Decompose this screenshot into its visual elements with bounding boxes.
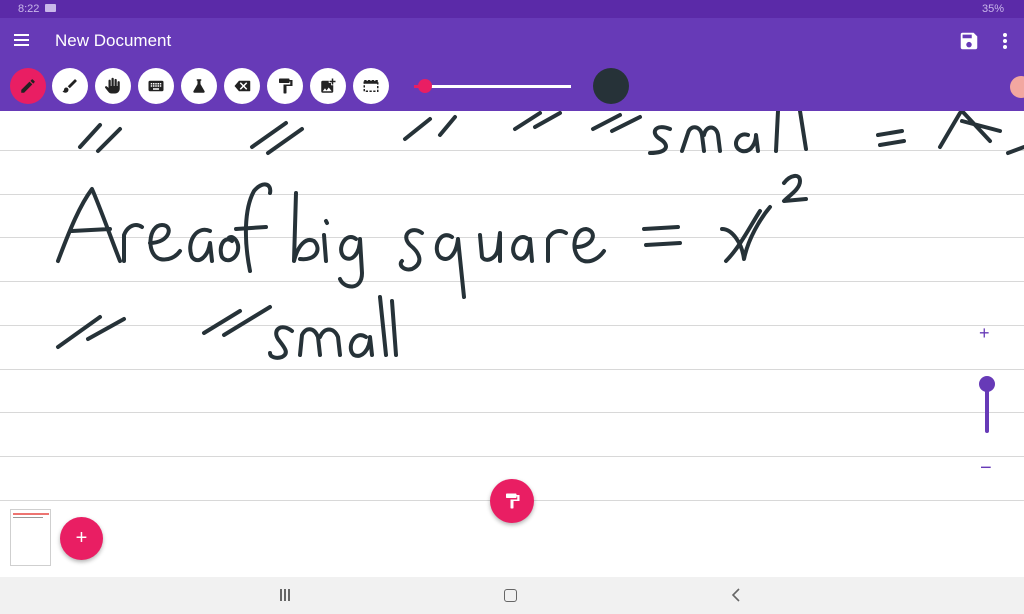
system-nav-bar — [0, 577, 1024, 614]
battery-level: 35% — [981, 3, 1004, 15]
back-icon[interactable] — [730, 588, 742, 602]
recent-apps-icon[interactable] — [279, 589, 293, 601]
paint-roller-icon — [506, 493, 520, 509]
app-root: 8:22 35% New Document + − + — [0, 0, 1024, 614]
add-page-button[interactable]: + — [60, 517, 103, 560]
zoom-in-button[interactable]: + — [979, 323, 990, 344]
handwriting-line-1 — [56, 174, 808, 299]
fill-tool-button[interactable] — [267, 68, 303, 104]
shape-tool-button[interactable] — [181, 68, 217, 104]
stroke-size-slider[interactable] — [424, 85, 571, 88]
selection-tool-button[interactable] — [353, 68, 389, 104]
flask-icon — [193, 79, 205, 93]
save-icon[interactable] — [958, 30, 980, 52]
eraser-icon — [234, 80, 251, 92]
paint-roller-icon — [279, 78, 293, 94]
camera-icon — [45, 4, 56, 12]
insert-image-button[interactable] — [310, 68, 346, 104]
zoom-slider-thumb[interactable] — [979, 376, 995, 392]
color-picker-button[interactable] — [593, 68, 629, 104]
pen-tool-button[interactable] — [10, 68, 46, 104]
zoom-out-button[interactable]: − — [980, 457, 992, 480]
handwriting-line-2 — [56, 295, 398, 360]
status-time: 8:22 — [18, 3, 40, 15]
status-bar: 8:22 35% — [0, 0, 1024, 18]
pen-icon — [21, 79, 35, 93]
more-vert-icon[interactable] — [996, 30, 1014, 52]
hand-tool-button[interactable] — [95, 68, 131, 104]
keyboard-icon — [148, 80, 164, 92]
eraser-tool-button[interactable] — [224, 68, 260, 104]
keyboard-tool-button[interactable] — [138, 68, 174, 104]
overflow-tool-peek[interactable] — [1010, 76, 1024, 98]
stroke-size-thumb[interactable] — [418, 79, 432, 93]
brush-tool-button[interactable] — [52, 68, 88, 104]
app-bar: New Document — [0, 18, 1024, 64]
document-title[interactable]: New Document — [55, 31, 171, 51]
thumbnail-preview-line — [13, 517, 43, 518]
hand-icon — [105, 77, 120, 94]
brush-icon — [62, 79, 77, 93]
page-thumbnail[interactable] — [10, 509, 51, 566]
drawing-toolbar — [0, 64, 1024, 111]
drawing-canvas[interactable]: + − + — [0, 111, 1024, 577]
add-image-icon — [321, 78, 336, 93]
home-icon[interactable] — [504, 589, 517, 602]
thumbnail-preview-ink — [13, 513, 49, 515]
menu-icon[interactable] — [12, 30, 32, 50]
selection-icon — [363, 80, 379, 92]
fill-tool-fab[interactable] — [490, 479, 534, 523]
